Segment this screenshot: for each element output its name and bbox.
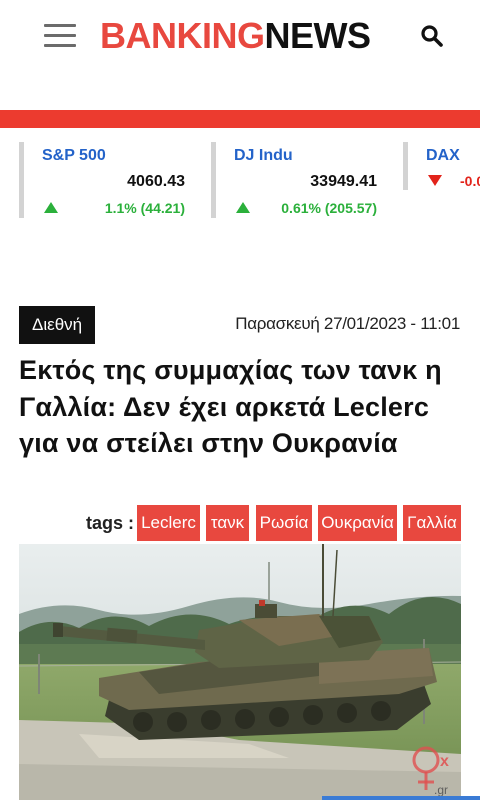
hamburger-icon[interactable] [44,22,76,48]
ticker-item-dj-indu[interactable]: DJ Indu 33949.41 0.61% (205.57) [211,142,401,218]
ticker-item-dax[interactable]: DAX -0.0 [403,142,480,190]
logo-primary: BANKING [100,15,265,56]
ticker-name: S&P 500 [42,147,106,164]
tag-france[interactable]: Γαλλία [403,505,461,541]
article-title: Εκτός της συμμαχίας των τανκ η Γαλλία: Δ… [19,355,442,458]
category-badge[interactable]: Διεθνή [19,306,96,344]
tag-tank[interactable]: τανκ [206,505,249,541]
svg-text:.gr: .gr [434,783,448,797]
tag-leclerc[interactable]: Leclerc [137,505,200,541]
article-date: Παρασκευή 27/01/2023 - 11:01 [235,314,460,333]
market-ticker: S&P 500 4060.43 1.1% (44.21) DJ Indu 339… [0,140,480,222]
ticker-change: 1.1% (44.21) [104,200,185,216]
ticker-item-sp500[interactable]: S&P 500 4060.43 1.1% (44.21) [19,142,209,218]
tags-row: tags : Leclerc τανκ Ρωσία Ουκρανία Γαλλί… [0,505,480,543]
bottom-accent [322,796,480,800]
down-arrow-icon [428,175,442,186]
ticker-value: 4060.43 [127,173,185,190]
svg-text:x: x [440,753,449,770]
site-header: BANKINGNEWS [0,0,480,78]
accent-bar [0,110,480,128]
up-arrow-icon [44,202,58,213]
tag-ukraine[interactable]: Ουκρανία [318,505,397,541]
up-arrow-icon [236,202,250,213]
ticker-value: 33949.41 [310,173,377,190]
ticker-name: DJ Indu [234,147,293,164]
ticker-change: 0.61% (205.57) [281,200,377,216]
ticker-change: -0.0 [460,173,480,189]
logo-secondary: NEWS [264,15,372,56]
tag-russia[interactable]: Ρωσία [256,505,312,541]
ex-gr-watermark: x .gr [402,738,472,800]
search-icon[interactable] [420,24,444,48]
article-photo[interactable] [19,544,461,800]
site-logo[interactable]: BANKINGNEWS [100,14,371,58]
ticker-name: DAX [426,147,460,164]
tags-label: tags : [86,513,135,533]
